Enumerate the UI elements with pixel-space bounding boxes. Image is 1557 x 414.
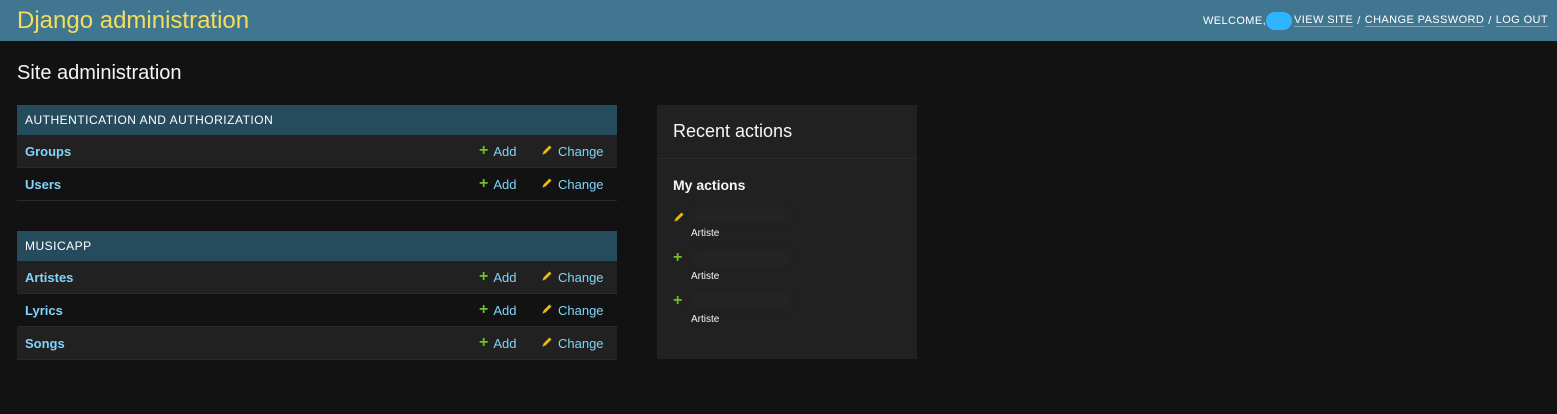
- content-type-label: Artiste: [691, 314, 720, 325]
- pencil-icon: [541, 177, 553, 192]
- pencil-icon: [541, 144, 553, 159]
- change-button[interactable]: Change: [541, 177, 604, 192]
- model-link-artistes[interactable]: Artistes: [25, 270, 73, 285]
- add-button[interactable]: + Add: [479, 269, 516, 285]
- content-type-label: Artiste: [691, 228, 720, 239]
- recent-actions-title: Recent actions: [657, 105, 917, 159]
- model-link-songs[interactable]: Songs: [25, 336, 65, 351]
- redacted-object-link[interactable]: [691, 294, 791, 308]
- add-button[interactable]: + Add: [479, 176, 516, 192]
- change-label: Change: [558, 176, 604, 192]
- plus-icon: +: [673, 249, 683, 266]
- pencil-icon: [541, 303, 553, 318]
- list-item: Artiste: [657, 208, 917, 253]
- recent-actions-list: Artiste + Artiste + Artiste: [657, 208, 917, 339]
- my-actions-heading: My actions: [673, 177, 746, 193]
- plus-icon: +: [479, 301, 489, 318]
- page-title: Site administration: [17, 62, 182, 84]
- model-link-groups[interactable]: Groups: [25, 144, 71, 159]
- change-label: Change: [558, 335, 604, 351]
- module-musicapp: MUSICAPP Artistes + Add Change Lyrics + Ad…: [17, 231, 617, 360]
- redacted-object-link[interactable]: [691, 208, 791, 222]
- add-button[interactable]: + Add: [479, 143, 516, 159]
- change-button[interactable]: Change: [541, 336, 604, 351]
- site-branding[interactable]: Django administration: [17, 7, 249, 35]
- table-row: Lyrics + Add Change: [17, 294, 617, 327]
- pencil-icon: [541, 336, 553, 351]
- add-button[interactable]: + Add: [479, 302, 516, 318]
- logout-link[interactable]: LOG OUT: [1495, 14, 1548, 27]
- module-caption[interactable]: MUSICAPP: [17, 231, 617, 261]
- header: Django administration WELCOME, VIEW SITE…: [0, 0, 1557, 41]
- table-row: Songs + Add Change: [17, 327, 617, 360]
- view-site-link[interactable]: VIEW SITE: [1294, 14, 1354, 27]
- change-label: Change: [558, 269, 604, 285]
- change-button[interactable]: Change: [541, 303, 604, 318]
- username-redacted: [1266, 11, 1293, 30]
- module-auth: AUTHENTICATION AND AUTHORIZATION Groups …: [17, 105, 617, 201]
- plus-icon: +: [673, 292, 683, 309]
- model-link-users[interactable]: Users: [25, 177, 61, 192]
- change-button[interactable]: Change: [541, 144, 604, 159]
- add-label: Add: [493, 335, 517, 351]
- plus-icon: +: [479, 334, 489, 351]
- plus-icon: +: [479, 175, 489, 192]
- user-tools: WELCOME, VIEW SITE / CHANGE PASSWORD / L…: [1202, 11, 1548, 30]
- add-label: Add: [493, 302, 517, 318]
- separator: /: [1357, 14, 1361, 27]
- separator: /: [1488, 14, 1492, 27]
- module-caption[interactable]: AUTHENTICATION AND AUTHORIZATION: [17, 105, 617, 135]
- plus-icon: +: [479, 268, 489, 285]
- change-label: Change: [558, 143, 604, 159]
- welcome-text: WELCOME,: [1202, 14, 1267, 27]
- add-button[interactable]: + Add: [479, 335, 516, 351]
- pencil-icon: [541, 270, 553, 285]
- table-row: Users + Add Change: [17, 168, 617, 201]
- redacted-object-link[interactable]: [691, 251, 791, 265]
- change-password-link[interactable]: CHANGE PASSWORD: [1364, 14, 1485, 27]
- table-row: Groups + Add Change: [17, 135, 617, 168]
- change-button[interactable]: Change: [541, 270, 604, 285]
- model-link-lyrics[interactable]: Lyrics: [25, 303, 63, 318]
- content-type-label: Artiste: [691, 271, 720, 282]
- table-row: Artistes + Add Change: [17, 261, 617, 294]
- list-item: + Artiste: [657, 249, 917, 296]
- recent-actions-panel: Recent actions My actions Artiste + Arti…: [657, 105, 917, 359]
- add-label: Add: [493, 269, 517, 285]
- plus-icon: +: [479, 142, 489, 159]
- pencil-icon: [673, 210, 685, 228]
- add-label: Add: [493, 176, 517, 192]
- change-label: Change: [558, 302, 604, 318]
- add-label: Add: [493, 143, 517, 159]
- list-item: + Artiste: [657, 292, 917, 339]
